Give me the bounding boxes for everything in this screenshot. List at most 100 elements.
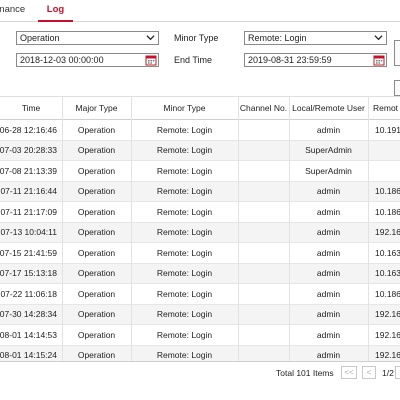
table-header: Time Major Type Minor Type Channel No. L… xyxy=(0,96,400,120)
cell-channel xyxy=(238,305,289,325)
col-header-channel[interactable]: Channel No. xyxy=(238,97,289,119)
tab-log-label: Log xyxy=(46,4,65,15)
cell-channel xyxy=(238,264,289,284)
cell-channel xyxy=(238,120,289,140)
cell-major-type: Operation xyxy=(77,186,116,197)
cell-time: 07-17 15:13:18 xyxy=(0,268,57,279)
col-header-time[interactable]: Time xyxy=(0,97,62,119)
cell-channel xyxy=(238,223,289,243)
cell-time: 07-30 14:28:34 xyxy=(0,309,57,320)
cell-channel xyxy=(238,141,289,161)
table-row[interactable]: 08-01 14:14:53 Operation Remote: Login admi… xyxy=(0,325,400,346)
table-row[interactable]: 07-22 11:06:18 Operation Remote: Login admi… xyxy=(0,284,400,305)
cell-minor-type: Remote: Login xyxy=(156,227,213,238)
cell-major-type: Operation xyxy=(77,329,116,340)
col-header-minor-type[interactable]: Minor Type xyxy=(131,97,238,119)
col-header-remote[interactable]: Remot xyxy=(368,97,400,119)
cell-user: admin xyxy=(316,268,341,279)
cell-time: 08-01 14:14:53 xyxy=(0,329,57,340)
end-time-field[interactable]: 2019-08-31 23:59:59 xyxy=(244,53,387,67)
calendar-icon[interactable] xyxy=(373,54,385,66)
cell-major-type: Operation xyxy=(77,288,116,299)
cell-user: SuperAdmin xyxy=(305,145,352,156)
pagination-bar: Total 101 Items << < 1/2 xyxy=(0,361,400,384)
column-divider xyxy=(238,96,239,363)
cell-remote: 10.186 xyxy=(375,186,400,197)
cell-time: 07-11 21:16:44 xyxy=(0,186,57,197)
cell-user: admin xyxy=(316,124,341,135)
page-indicator: 1/2 xyxy=(382,368,394,378)
tab-maintenance[interactable]: enance xyxy=(0,0,25,21)
cell-time: 07-22 11:06:18 xyxy=(0,288,57,299)
cell-time: 07-11 21:17:09 xyxy=(0,206,57,217)
prev-page-button[interactable]: < xyxy=(362,366,376,379)
cell-remote: 10.186 xyxy=(375,206,400,217)
cell-channel xyxy=(238,161,289,181)
calendar-icon[interactable] xyxy=(145,54,157,66)
cell-minor-type: Remote: Login xyxy=(156,247,213,258)
chevron-down-icon xyxy=(146,35,155,41)
cell-channel xyxy=(238,325,289,345)
table-row[interactable]: 07-13 10:04:11 Operation Remote: Login admi… xyxy=(0,222,400,243)
cell-minor-type: Remote: Login xyxy=(156,145,213,156)
cell-user: admin xyxy=(316,206,341,217)
table-row[interactable]: 07-17 15:13:18 Operation Remote: Login admi… xyxy=(0,263,400,284)
page-input[interactable] xyxy=(395,366,400,379)
table-row[interactable]: 07-11 21:17:09 Operation Remote: Login admi… xyxy=(0,202,400,223)
cell-user: admin xyxy=(316,288,341,299)
export-button[interactable] xyxy=(394,80,400,96)
start-time-field[interactable]: 2018-12-03 00:00:00 xyxy=(16,53,159,67)
cell-channel xyxy=(238,284,289,304)
cell-remote: 192.16 xyxy=(375,309,400,320)
cell-time: 07-15 21:41:59 xyxy=(0,247,57,258)
cell-user: admin xyxy=(316,309,341,320)
tab-strip: enance Log xyxy=(0,0,400,22)
cell-time: 07-03 20:28:33 xyxy=(0,145,57,156)
cell-remote: 10.186 xyxy=(375,288,400,299)
chevron-down-icon xyxy=(374,35,383,41)
major-type-value: Operation xyxy=(20,33,60,43)
minor-type-select[interactable]: Remote: Login xyxy=(244,31,387,45)
col-header-major-type[interactable]: Major Type xyxy=(62,97,131,119)
table-row[interactable]: 07-03 20:28:33 Operation Remote: Login Supe… xyxy=(0,140,400,161)
cell-remote: 10.163 xyxy=(375,247,400,258)
table-row[interactable]: 07-11 21:16:44 Operation Remote: Login admi… xyxy=(0,181,400,202)
cell-time: 07-08 21:13:39 xyxy=(0,165,57,176)
end-time-value: 2019-08-31 23:59:59 xyxy=(248,55,332,65)
cell-major-type: Operation xyxy=(77,268,116,279)
cell-time: 07-13 10:04:11 xyxy=(0,227,57,238)
minor-type-label: Minor Type xyxy=(174,33,219,43)
total-items: Total 101 Items xyxy=(276,368,334,378)
start-time-value: 2018-12-03 00:00:00 xyxy=(20,55,104,65)
search-button[interactable] xyxy=(394,40,400,66)
cell-user: admin xyxy=(316,227,341,238)
column-divider xyxy=(289,96,290,363)
cell-major-type: Operation xyxy=(77,124,116,135)
cell-remote: 10.191 xyxy=(375,124,400,135)
cell-user: SuperAdmin xyxy=(305,165,352,176)
table-row[interactable]: 07-08 21:13:39 Operation Remote: Login Supe… xyxy=(0,161,400,182)
cell-minor-type: Remote: Login xyxy=(156,288,213,299)
cell-major-type: Operation xyxy=(77,145,116,156)
cell-major-type: Operation xyxy=(77,206,116,217)
col-header-user[interactable]: Local/Remote User xyxy=(289,97,368,119)
table-row[interactable]: 07-30 14:28:34 Operation Remote: Login admi… xyxy=(0,304,400,325)
cell-user: admin xyxy=(316,247,341,258)
table-row[interactable]: 06-28 12:16:46 Operation Remote: Login admi… xyxy=(0,120,400,141)
cell-major-type: Operation xyxy=(77,227,116,238)
tab-log[interactable]: Log xyxy=(38,0,73,22)
first-page-button[interactable]: << xyxy=(341,366,357,379)
major-type-select[interactable]: Operation xyxy=(16,31,159,45)
table-row[interactable]: 07-15 21:41:59 Operation Remote: Login admi… xyxy=(0,243,400,264)
cell-major-type: Operation xyxy=(77,247,116,258)
cell-remote: 192.16 xyxy=(375,227,400,238)
cell-minor-type: Remote: Login xyxy=(156,186,213,197)
cell-channel xyxy=(238,182,289,202)
column-divider xyxy=(368,96,369,363)
end-time-label: End Time xyxy=(174,55,213,65)
cell-channel xyxy=(238,202,289,222)
cell-minor-type: Remote: Login xyxy=(156,124,213,135)
cell-major-type: Operation xyxy=(77,165,116,176)
cell-minor-type: Remote: Login xyxy=(156,206,213,217)
cell-major-type: Operation xyxy=(77,309,116,320)
